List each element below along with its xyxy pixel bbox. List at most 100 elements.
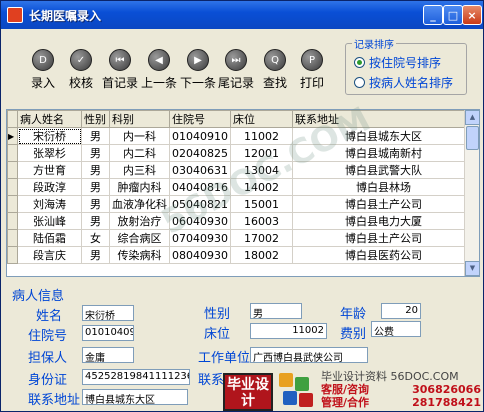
cell-address[interactable]: 博白县土产公司 — [292, 195, 475, 213]
id-card-label: 身份证 — [28, 373, 68, 388]
ad-manage-row: 管理/合作 281788421 — [321, 396, 481, 409]
cell-department[interactable]: 内一科 — [109, 127, 170, 145]
scroll-down-arrow-icon[interactable]: ▼ — [465, 261, 479, 276]
cell-admission[interactable]: 01040910 — [169, 127, 231, 145]
cell-gender[interactable]: 男 — [81, 212, 110, 230]
scroll-thumb[interactable] — [466, 126, 479, 150]
tool-verify-button[interactable]: ✓ 校核 — [63, 49, 99, 91]
fee-field[interactable]: 公费 — [371, 321, 421, 337]
sort-by-name-radio[interactable]: 按病人姓名排序 — [354, 74, 453, 91]
cell-bed[interactable]: 16003 — [230, 212, 293, 230]
column-header[interactable]: 性别 — [81, 110, 110, 128]
row-header — [7, 229, 18, 247]
tool-first-button[interactable]: ⏮ 首记录 — [102, 49, 138, 91]
cell-department[interactable]: 内三科 — [109, 161, 170, 179]
document-icon: D — [32, 49, 54, 71]
tool-previous-button[interactable]: ◀ 上一条 — [141, 49, 177, 91]
main-window: 长期医嘱录入 _ □ × D 录入 ✓ 校核 ⏮ 首记录 ◀ 上一条 ▶ 下一条… — [0, 0, 484, 412]
column-header[interactable]: 科别 — [109, 110, 170, 128]
cell-admission[interactable]: 02040825 — [169, 144, 231, 162]
table-header-row: 病人姓名 性别 科别 住院号 床位 联系地址 — [7, 110, 475, 128]
ad-text-block: 毕业设计资料 56DOC.COM 客服/咨询 306826066 管理/合作 2… — [321, 370, 481, 411]
cell-name[interactable]: 段言庆 — [17, 246, 82, 264]
gender-label: 性别 — [204, 307, 231, 322]
tool-next-label: 下一条 — [180, 76, 216, 90]
table-row[interactable]: 段言庆 男 传染病科 08040930 18002 博白县医药公司 — [7, 246, 475, 264]
cell-name[interactable]: 方世育 — [17, 161, 82, 179]
column-header[interactable]: 床位 — [230, 110, 293, 128]
next-icon: ▶ — [187, 49, 209, 71]
cell-department[interactable]: 肿瘤内科 — [109, 178, 170, 196]
cell-department[interactable]: 传染病科 — [109, 246, 170, 264]
cell-address[interactable]: 博白县电力大厦 — [292, 212, 475, 230]
cell-admission[interactable]: 08040930 — [169, 246, 231, 264]
minimize-button[interactable]: _ — [423, 5, 443, 25]
cell-gender[interactable]: 男 — [81, 127, 110, 145]
column-header[interactable]: 住院号 — [169, 110, 231, 128]
cell-gender[interactable]: 女 — [81, 229, 110, 247]
cell-department[interactable]: 内二科 — [109, 144, 170, 162]
row-header-corner — [7, 110, 18, 128]
guarantor-field[interactable]: 金庸 — [82, 347, 134, 363]
admission-label: 住院号 — [28, 329, 68, 344]
scroll-up-arrow-icon[interactable]: ▲ — [465, 110, 479, 125]
tool-verify-label: 校核 — [68, 76, 93, 90]
cell-name[interactable]: 段政淳 — [17, 178, 82, 196]
cell-address[interactable]: 博白县林场 — [292, 178, 475, 196]
maximize-button[interactable]: □ — [443, 5, 463, 25]
tool-last-button[interactable]: ⏭ 尾记录 — [218, 49, 254, 91]
table-row[interactable]: ▶ 宋衍桥 男 内一科 01040910 11002 博白县城东大区 — [7, 127, 475, 145]
tool-first-label: 首记录 — [102, 76, 138, 90]
cell-name[interactable]: 宋衍桥 — [17, 127, 82, 145]
cell-address[interactable]: 博白县医药公司 — [292, 246, 475, 264]
sort-option-label: 按住院号排序 — [369, 56, 442, 70]
table-row[interactable]: 陆佰霜 女 综合病区 07040930 17002 博白县土产公司 — [7, 229, 475, 247]
cell-bed[interactable]: 17002 — [230, 229, 293, 247]
tool-print-button[interactable]: P 打印 — [297, 49, 327, 91]
cell-name[interactable]: 刘海涛 — [17, 195, 82, 213]
ad-manage-qq: 281788421 — [412, 396, 481, 409]
cell-address[interactable]: 博白县土产公司 — [292, 229, 475, 247]
cell-bed[interactable]: 18002 — [230, 246, 293, 264]
ad-cubes-icon — [279, 373, 317, 411]
tool-enter-button[interactable]: D 录入 — [25, 49, 61, 91]
employer-field[interactable]: 广西博白县武侠公司 — [250, 347, 368, 363]
cell-gender[interactable]: 男 — [81, 246, 110, 264]
cell-name[interactable]: 张汕峰 — [17, 212, 82, 230]
title-bar[interactable]: 长期医嘱录入 _ □ × — [1, 1, 483, 29]
toolbar: D 录入 ✓ 校核 ⏮ 首记录 ◀ 上一条 ▶ 下一条 ⏭ 尾记录 Q 查找 P — [1, 29, 483, 109]
cell-gender[interactable]: 男 — [81, 144, 110, 162]
address-label: 联系地址 — [28, 393, 81, 408]
cell-name[interactable]: 陆佰霜 — [17, 229, 82, 247]
close-button[interactable]: × — [462, 5, 482, 25]
column-header[interactable]: 病人姓名 — [17, 110, 82, 128]
check-icon: ✓ — [70, 49, 92, 71]
gender-field[interactable]: 男 — [250, 303, 302, 319]
ad-logo: 毕业设计 — [223, 373, 273, 411]
cell-name[interactable]: 张翠杉 — [17, 144, 82, 162]
row-header — [7, 178, 18, 196]
radio-unselected-icon — [354, 77, 365, 88]
age-field[interactable]: 20 — [381, 303, 421, 319]
table-row[interactable]: 张汕峰 男 放射治疗 06040930 16003 博白县电力大厦 — [7, 212, 475, 230]
fee-label: 费别 — [340, 327, 367, 342]
admission-field[interactable]: 010104091 — [82, 325, 134, 341]
tool-search-button[interactable]: Q 查找 — [257, 49, 293, 91]
id-card-field[interactable]: 452528198411112363 — [82, 369, 190, 385]
grid-vertical-scrollbar[interactable]: ▲ ▼ — [464, 110, 479, 276]
table-row[interactable]: 张翠杉 男 内二科 02040825 12001 博白县城南新村 — [7, 144, 475, 162]
tool-next-button[interactable]: ▶ 下一条 — [180, 49, 216, 91]
cell-gender[interactable]: 男 — [81, 178, 110, 196]
cell-gender[interactable]: 男 — [81, 161, 110, 179]
ad-manage-label: 管理/合作 — [321, 396, 370, 409]
bed-field[interactable]: 11002 — [250, 323, 327, 339]
ad-service-qq: 306826066 — [412, 383, 481, 396]
row-header — [7, 144, 18, 162]
tool-search-label: 查找 — [262, 76, 287, 90]
info-title: 病人信息 — [12, 289, 65, 304]
cell-department[interactable]: 综合病区 — [109, 229, 170, 247]
sort-by-admission-radio[interactable]: 按住院号排序 — [354, 54, 441, 71]
cell-gender[interactable]: 男 — [81, 195, 110, 213]
address-field[interactable]: 博白县城东大区 — [82, 389, 188, 405]
name-field[interactable]: 宋衍桥 — [82, 305, 134, 321]
